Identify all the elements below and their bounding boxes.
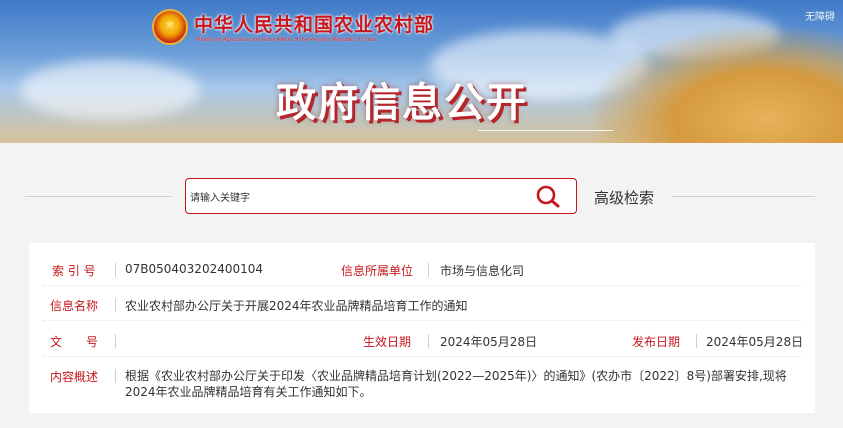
divider [428, 263, 429, 277]
row-divider [43, 285, 801, 286]
publish-date-value: 2024年05月28日 [706, 335, 804, 349]
header-banner: ★ 中华人民共和国农业农村部 Ministry of Agriculture a… [0, 0, 843, 143]
advanced-search-link[interactable]: 高级检索 [594, 187, 654, 208]
accessibility-link[interactable]: 无障碍 [805, 8, 835, 23]
divider [428, 334, 429, 348]
divider [115, 298, 116, 312]
divider [115, 263, 116, 277]
cloud-decoration [20, 60, 200, 120]
divider [25, 196, 172, 197]
index-label: 索 引 号 [52, 264, 96, 278]
national-emblem-icon: ★ [152, 9, 188, 45]
page-title: 政府信息公开 [276, 80, 528, 126]
unit-label: 信息所属单位 [341, 264, 414, 278]
search-area: 高级检索 [0, 143, 843, 243]
unit-value: 市场与信息化司 [440, 264, 525, 278]
row-divider [43, 320, 801, 321]
search-icon [536, 185, 560, 208]
ministry-name-english: Ministry of Agriculture and Rural Affair… [196, 37, 377, 43]
row-divider [43, 356, 801, 357]
search-input[interactable] [188, 187, 512, 209]
divider [696, 334, 697, 348]
wheat-decoration [583, 23, 843, 143]
effective-date-label: 生效日期 [363, 335, 412, 349]
summary-label: 内容概述 [50, 370, 99, 384]
name-label: 信息名称 [50, 299, 99, 313]
name-value: 农业农村部办公厅关于开展2024年农业品牌精品培育工作的通知 [125, 299, 468, 313]
divider [672, 196, 815, 197]
index-value: 07B050403202400104 [125, 262, 264, 276]
divider [115, 369, 116, 383]
doc-number-label: 文 号 [50, 335, 99, 349]
effective-date-value: 2024年05月28日 [440, 335, 538, 349]
search-button[interactable] [534, 183, 562, 211]
summary-value: 根据《农业农村部办公厅关于印发〈农业品牌精品培育计划(2022—2025年)〉的… [125, 369, 787, 399]
publish-date-label: 发布日期 [632, 335, 681, 349]
ministry-name[interactable]: 中华人民共和国农业农村部 [194, 10, 434, 37]
search-box [185, 178, 577, 214]
divider [115, 334, 116, 348]
title-underline [478, 130, 613, 131]
info-panel: 索 引 号 07B050403202400104 信息所属单位 市场与信息化司 … [29, 243, 815, 413]
